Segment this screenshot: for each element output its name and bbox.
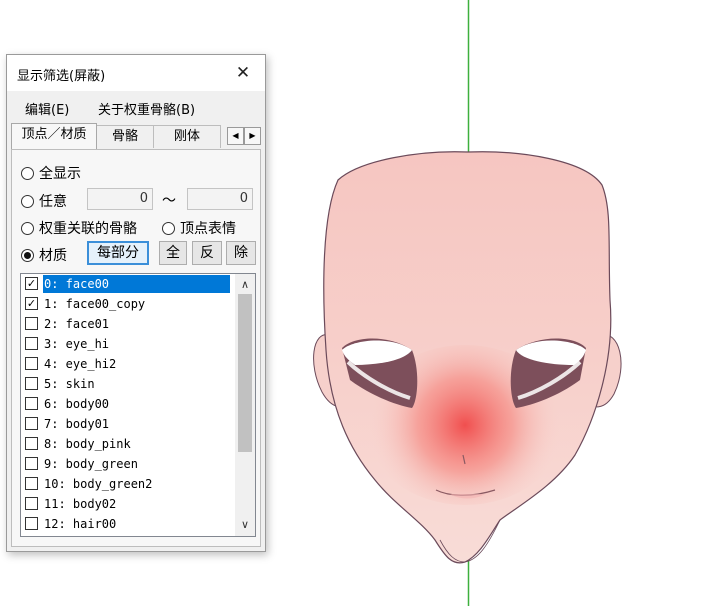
list-item-label: 7: body01: [44, 417, 110, 431]
radio-weight-bones[interactable]: [21, 222, 34, 235]
checkbox-unchecked[interactable]: [25, 357, 38, 370]
close-icon[interactable]: ✕: [231, 61, 255, 85]
checkbox-unchecked[interactable]: [25, 477, 38, 490]
option-weight-bones[interactable]: 权重关联的骨骼: [21, 218, 137, 238]
scroll-thumb[interactable]: [238, 294, 252, 452]
checkbox-unchecked[interactable]: [25, 497, 38, 510]
list-item-label: 11: body02: [44, 497, 117, 511]
option-material-label: 材质: [39, 248, 67, 264]
list-item[interactable]: 11: body02: [21, 494, 233, 514]
display-filter-window[interactable]: 显示筛选(屏蔽) ✕ 编辑(E) 关于权重骨骼(B) 顶点／材质 骨骼 刚体 ◀…: [6, 54, 266, 552]
list-item-label: 9: body_green: [44, 457, 138, 471]
invert-button[interactable]: 反: [192, 241, 222, 265]
scroll-down-icon[interactable]: ∨: [235, 516, 255, 534]
list-item[interactable]: 4: eye_hi2: [21, 354, 233, 374]
menu-about-weight-bones[interactable]: 关于权重骨骼(B): [98, 99, 195, 118]
list-item-label: 8: body_pink: [44, 437, 131, 451]
menu-bar: 编辑(E) 关于权重骨骼(B): [7, 91, 265, 121]
list-item[interactable]: 9: body_green: [21, 454, 233, 474]
checkbox-unchecked[interactable]: [25, 417, 38, 430]
checkbox-unchecked[interactable]: [25, 457, 38, 470]
option-show-all[interactable]: 全显示: [21, 163, 81, 183]
list-item[interactable]: 12: hair00: [21, 514, 233, 534]
menu-edit[interactable]: 编辑(E): [25, 99, 69, 118]
radio-vertex-morph[interactable]: [162, 222, 175, 235]
list-item[interactable]: 5: skin: [21, 374, 233, 394]
list-item-label: 1: face00_copy: [44, 297, 146, 311]
list-item[interactable]: ✓ 0: face00: [21, 274, 233, 294]
tab-strip: 顶点／材质 骨骼 刚体 ◀ ▶: [7, 123, 265, 149]
list-item-label: 12: hair00: [44, 517, 117, 531]
checkbox-checked[interactable]: ✓: [25, 297, 38, 310]
list-item[interactable]: 6: body00: [21, 394, 233, 414]
checkbox-unchecked[interactable]: [25, 317, 38, 330]
remove-button[interactable]: 除: [226, 241, 256, 265]
option-arbitrary-label: 任意: [39, 194, 67, 210]
material-list[interactable]: ✓ 0: face00 ✓ 1: face00_copy 2: face01 3: eye…: [20, 273, 256, 537]
option-material[interactable]: 材质: [21, 245, 67, 265]
list-item-label: 10: body_green2: [44, 477, 153, 491]
tab-scroll-right-icon[interactable]: ▶: [244, 127, 261, 145]
checkbox-checked[interactable]: ✓: [25, 277, 38, 290]
list-item-label: 4: eye_hi2: [44, 357, 117, 371]
list-item-label: 2: face01: [44, 317, 110, 331]
checkbox-unchecked[interactable]: [25, 437, 38, 450]
range-to-input[interactable]: 0: [187, 188, 253, 210]
tab-vertex-material[interactable]: 顶点／材质: [11, 123, 97, 149]
list-item-label: 6: body00: [44, 397, 110, 411]
checkbox-unchecked[interactable]: [25, 397, 38, 410]
tab-scroll-left-icon[interactable]: ◀: [227, 127, 244, 145]
tab-rigid-body[interactable]: 刚体: [153, 125, 221, 148]
list-item-label: 0: face00: [43, 275, 230, 293]
list-item[interactable]: ✓ 1: face00_copy: [21, 294, 233, 314]
checkbox-unchecked[interactable]: [25, 517, 38, 530]
radio-show-all[interactable]: [21, 167, 34, 180]
range-separator: 〜: [162, 193, 176, 209]
list-item-label: 5: skin: [44, 377, 95, 391]
list-item[interactable]: 3: eye_hi: [21, 334, 233, 354]
list-item[interactable]: 2: face01: [21, 314, 233, 334]
select-all-button[interactable]: 全: [159, 241, 187, 265]
tab-bones[interactable]: 骨骼: [95, 125, 155, 148]
window-title: 显示筛选(屏蔽): [17, 69, 106, 84]
option-vertex-morph[interactable]: 顶点表情: [162, 218, 236, 238]
list-item[interactable]: 7: body01: [21, 414, 233, 434]
list-item[interactable]: 8: body_pink: [21, 434, 233, 454]
radio-material[interactable]: [21, 249, 34, 262]
radio-arbitrary[interactable]: [21, 195, 34, 208]
option-vertex-morph-label: 顶点表情: [180, 221, 236, 237]
option-weight-bones-label: 权重关联的骨骼: [39, 221, 137, 237]
scroll-up-icon[interactable]: ∧: [235, 276, 255, 294]
list-item-label: 3: eye_hi: [44, 337, 110, 351]
title-bar[interactable]: 显示筛选(屏蔽) ✕: [7, 55, 265, 91]
checkbox-unchecked[interactable]: [25, 337, 38, 350]
list-scrollbar[interactable]: ∧ ∨: [235, 274, 255, 536]
checkbox-unchecked[interactable]: [25, 377, 38, 390]
option-show-all-label: 全显示: [39, 166, 81, 182]
option-arbitrary[interactable]: 任意: [21, 191, 67, 211]
per-part-button[interactable]: 每部分: [87, 241, 149, 265]
range-from-input[interactable]: 0: [87, 188, 153, 210]
list-item[interactable]: 10: body_green2: [21, 474, 233, 494]
